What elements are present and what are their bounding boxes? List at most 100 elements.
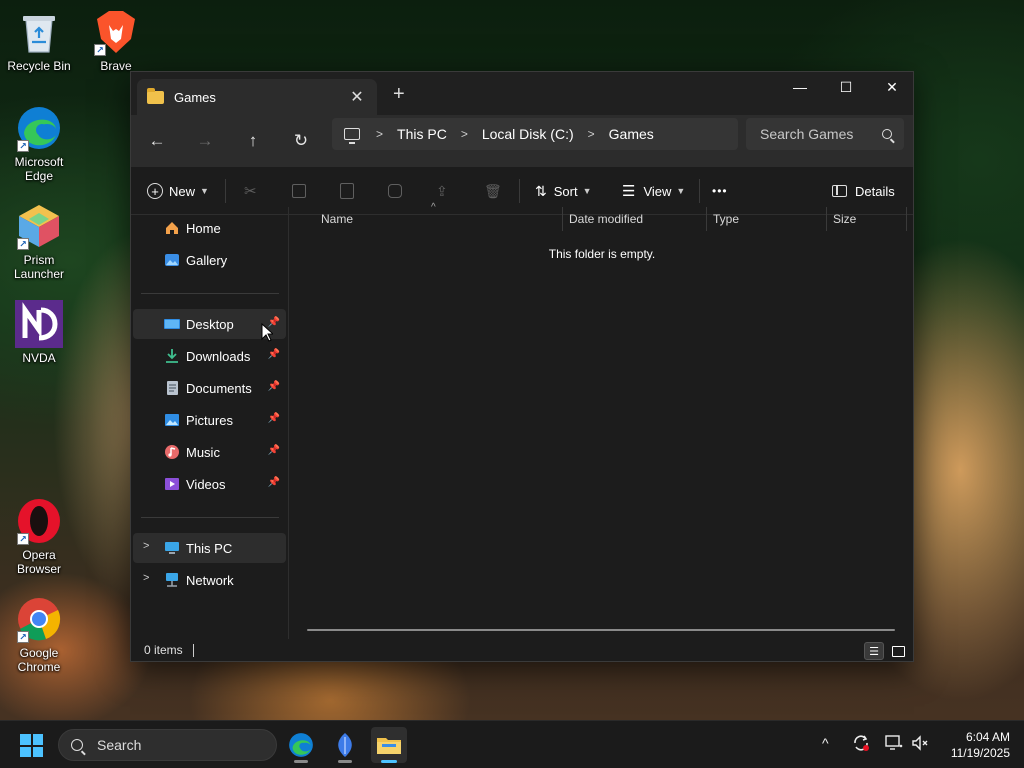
- sort-arrows-icon: ⇅: [535, 182, 547, 199]
- nav-label-desktop: Desktop: [186, 316, 234, 332]
- pin-icon[interactable]: 📌: [268, 349, 280, 360]
- edge-icon: ↗: [15, 104, 63, 152]
- copy-icon: [292, 184, 306, 198]
- column-header-name[interactable]: Name: [315, 207, 563, 231]
- prism-cube-icon: ↗: [15, 202, 63, 250]
- close-window-button[interactable]: ✕: [869, 72, 915, 102]
- prism-label-line1: Prism: [23, 253, 55, 267]
- delete-button[interactable]: 🗑: [484, 181, 502, 201]
- nav-item-network[interactable]: > Network: [133, 565, 286, 595]
- cut-button[interactable]: ✂: [244, 181, 257, 201]
- horizontal-scrollbar[interactable]: [307, 629, 895, 631]
- desktop-icon-recycle-bin[interactable]: Recycle Bin: [1, 8, 77, 73]
- desktop-icon-nvda[interactable]: NVDA: [1, 300, 77, 365]
- nav-label-videos: Videos: [186, 476, 226, 492]
- pin-icon[interactable]: 📌: [268, 381, 280, 392]
- tab-games[interactable]: Games ✕: [137, 79, 377, 115]
- up-button[interactable]: ↑: [239, 127, 267, 155]
- nav-label-network: Network: [186, 572, 234, 588]
- minimize-button[interactable]: —: [777, 72, 823, 102]
- share-button[interactable]: ⇪: [436, 181, 448, 201]
- edge-label-line2: Edge: [24, 169, 54, 183]
- copy-button[interactable]: [292, 181, 306, 201]
- sync-status-icon[interactable]: [852, 734, 870, 755]
- desktop-icon-microsoft-edge[interactable]: ↗ Microsoft Edge: [1, 104, 77, 183]
- nav-item-documents[interactable]: Documents 📌: [133, 373, 286, 403]
- sort-button[interactable]: ⇅ Sort ▼: [535, 181, 592, 201]
- chevron-right-icon[interactable]: >: [143, 572, 149, 584]
- desktop-icon-prism-launcher[interactable]: ↗ Prism Launcher: [1, 202, 77, 281]
- taskbar-search-box[interactable]: Search: [58, 729, 277, 761]
- feather-app-icon: [338, 733, 352, 757]
- volume-muted-icon[interactable]: [911, 734, 929, 755]
- new-tab-button[interactable]: +: [393, 83, 409, 106]
- toolbar-divider: [225, 179, 226, 203]
- pin-icon[interactable]: 📌: [268, 445, 280, 456]
- status-divider: [192, 643, 194, 657]
- desktop-icon-opera-browser[interactable]: ↗ Opera Browser: [1, 497, 77, 576]
- recycle-bin-icon: [15, 8, 63, 56]
- video-icon: [164, 476, 180, 492]
- breadcrumb-this-pc[interactable]: This PC: [397, 126, 447, 142]
- refresh-button[interactable]: ↻: [287, 127, 315, 155]
- nav-label-pictures: Pictures: [186, 412, 233, 428]
- breadcrumb-chevron-icon[interactable]: >: [461, 127, 468, 141]
- forward-button[interactable]: →: [191, 127, 219, 155]
- view-label: View: [643, 183, 672, 199]
- desktop-icon-brave[interactable]: ↗ Brave: [78, 8, 154, 73]
- tab-close-button[interactable]: ✕: [347, 87, 367, 107]
- breadcrumb-chevron-icon[interactable]: >: [376, 127, 383, 141]
- rename-button[interactable]: [388, 181, 402, 201]
- details-label: Details: [855, 183, 895, 199]
- breadcrumb-chevron-icon[interactable]: >: [588, 127, 595, 141]
- status-bar: 0 items ☰: [131, 639, 913, 661]
- plus-circle-icon: +: [147, 183, 163, 199]
- taskbar-file-explorer[interactable]: [371, 727, 407, 763]
- nav-item-pictures[interactable]: Pictures 📌: [133, 405, 286, 435]
- start-button-windows-logo-icon[interactable]: [20, 734, 43, 757]
- pictures-icon: [164, 412, 180, 428]
- sort-label: Sort: [553, 183, 578, 199]
- nav-item-music[interactable]: Music 📌: [133, 437, 286, 467]
- taskbar-edge[interactable]: [283, 727, 319, 763]
- pin-icon[interactable]: 📌: [268, 413, 280, 424]
- column-header-date-modified[interactable]: Date modified: [563, 207, 707, 231]
- nav-item-downloads[interactable]: Downloads 📌: [133, 341, 286, 371]
- tiles-view-button[interactable]: [888, 642, 908, 660]
- clipboard-icon: [340, 183, 354, 199]
- taskbar-search-label: Search: [97, 737, 142, 753]
- back-button[interactable]: ←: [143, 127, 171, 155]
- search-input[interactable]: Search Games: [746, 118, 904, 150]
- pin-icon[interactable]: 📌: [268, 477, 280, 488]
- new-button[interactable]: + New ▼: [147, 181, 209, 201]
- view-button[interactable]: ☰ View ▼: [622, 181, 685, 201]
- desktop-icon-google-chrome[interactable]: ↗ Google Chrome: [1, 595, 77, 674]
- column-divider[interactable]: [906, 207, 907, 231]
- nav-divider: [141, 517, 279, 518]
- breadcrumb-games[interactable]: Games: [609, 126, 654, 142]
- details-pane-button[interactable]: Details: [832, 181, 895, 201]
- nav-divider: [141, 293, 279, 294]
- column-header-size[interactable]: Size: [827, 207, 907, 231]
- file-list-area[interactable]: ^ Name Date modified Type Size This fold…: [291, 202, 913, 639]
- chevron-right-icon[interactable]: >: [143, 540, 149, 552]
- nav-item-gallery[interactable]: Gallery: [133, 245, 286, 275]
- details-view-button[interactable]: ☰: [864, 642, 884, 660]
- system-clock[interactable]: 6:04 AM 11/19/2025: [940, 729, 1010, 761]
- column-header-type[interactable]: Type: [707, 207, 827, 231]
- large-icons-view-icon: [891, 645, 905, 657]
- paste-button[interactable]: [340, 181, 354, 201]
- maximize-button[interactable]: ☐: [823, 72, 869, 102]
- edge-icon: [289, 733, 313, 757]
- show-hidden-icons-chevron-up-icon[interactable]: ^: [822, 735, 829, 751]
- breadcrumb-local-disk[interactable]: Local Disk (C:): [482, 126, 574, 142]
- more-options-button[interactable]: •••: [712, 181, 728, 201]
- document-icon: [164, 380, 180, 396]
- nav-item-videos[interactable]: Videos 📌: [133, 469, 286, 499]
- nav-item-this-pc[interactable]: > This PC: [133, 533, 286, 563]
- address-bar[interactable]: > This PC > Local Disk (C:) > Games: [332, 118, 738, 150]
- nav-item-home[interactable]: Home: [133, 213, 286, 243]
- edge-label-line1: Microsoft: [14, 155, 64, 169]
- network-status-icon[interactable]: [885, 734, 903, 755]
- taskbar-app-blue[interactable]: [327, 727, 363, 763]
